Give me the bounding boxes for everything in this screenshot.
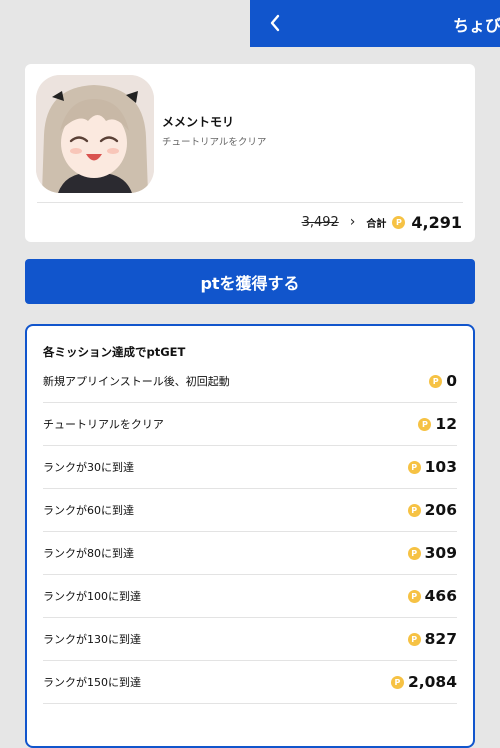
mission-points: 827	[424, 630, 457, 648]
mission-row: ランクが30に到達 P 103	[43, 446, 457, 489]
chevron-left-icon	[270, 14, 280, 32]
mission-list: 新規アプリインストール後、初回起動 P 0 チュートリアルをクリア P 12 ラ…	[43, 360, 457, 704]
point-coin-icon: P	[407, 589, 421, 603]
original-points: 3,492	[301, 214, 339, 230]
mission-reward: P 12	[418, 415, 457, 433]
point-coin-icon: P	[418, 417, 432, 431]
mission-points: 206	[424, 501, 457, 519]
get-points-button[interactable]: ptを獲得する	[25, 259, 475, 304]
missions-panel: 各ミッション達成でptGET 新規アプリインストール後、初回起動 P 0 チュー…	[25, 324, 475, 748]
mission-label: ランクが30に到達	[43, 461, 134, 474]
mission-row: ランクが80に到達 P 309	[43, 532, 457, 575]
app-icon[interactable]	[36, 75, 154, 193]
point-coin-icon: P	[390, 675, 404, 689]
mission-reward: P 466	[407, 587, 457, 605]
mission-label: 新規アプリインストール後、初回起動	[43, 375, 230, 388]
mission-points: 2,084	[407, 673, 457, 691]
page-title: ちょび	[453, 16, 500, 35]
back-button[interactable]	[264, 10, 286, 36]
mission-points: 309	[424, 544, 457, 562]
mission-points: 0	[446, 372, 457, 390]
mission-reward: P 2,084	[390, 673, 457, 691]
points-summary: 3,492 › 合計 P 4,291	[302, 211, 462, 233]
missions-heading: 各ミッション達成でptGET	[43, 345, 186, 359]
point-coin-icon: P	[407, 460, 421, 474]
mission-label: ランクが100に到達	[43, 590, 141, 603]
mission-row: チュートリアルをクリア P 12	[43, 403, 457, 446]
mission-points: 103	[424, 458, 457, 476]
mission-row: ランクが150に到達 P 2,084	[43, 661, 457, 704]
total-label: 合計	[366, 218, 387, 230]
mission-reward: P 309	[407, 544, 457, 562]
mission-points: 12	[435, 415, 457, 433]
mission-reward: P 0	[429, 372, 457, 390]
point-coin-icon: P	[429, 374, 443, 388]
total-points: 4,291	[411, 212, 462, 232]
app-icon-artwork	[36, 75, 154, 193]
app-card: メメントモリ チュートリアルをクリア 3,492 › 合計 P 4,291	[25, 64, 475, 242]
mission-label: ランクが60に到達	[43, 504, 134, 517]
mission-label: ランクが80に到達	[43, 547, 134, 560]
mission-points: 466	[424, 587, 457, 605]
chevron-right-icon: ›	[349, 214, 356, 230]
mission-row: ランクが130に到達 P 827	[43, 618, 457, 661]
mission-reward: P 206	[407, 501, 457, 519]
point-coin-icon: P	[407, 632, 421, 646]
mission-row: ランクが100に到達 P 466	[43, 575, 457, 618]
mission-reward: P 103	[407, 458, 457, 476]
point-coin-icon: P	[407, 503, 421, 517]
mission-label: チュートリアルをクリア	[43, 418, 164, 431]
point-coin-icon: P	[392, 215, 406, 229]
top-bar: ちょび	[250, 0, 500, 47]
divider	[37, 202, 463, 203]
mission-reward: P 827	[407, 630, 457, 648]
app-name: メメントモリ	[162, 115, 235, 129]
mission-label: ランクが130に到達	[43, 633, 141, 646]
mission-label: ランクが150に到達	[43, 676, 141, 689]
mission-row: ランクが60に到達 P 206	[43, 489, 457, 532]
point-coin-icon: P	[407, 546, 421, 560]
app-subtitle: チュートリアルをクリア	[162, 137, 267, 148]
mission-row: 新規アプリインストール後、初回起動 P 0	[43, 360, 457, 403]
